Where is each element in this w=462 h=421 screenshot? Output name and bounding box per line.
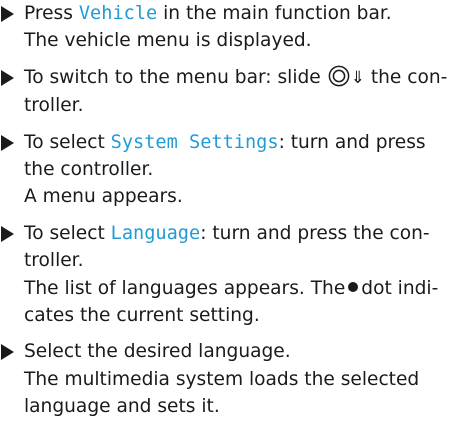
menu-label-vehicle: Vehicle xyxy=(78,3,158,24)
step-4-line-3-pre: The list of languages appears. The xyxy=(24,277,346,299)
step-4-line-3-post: dot indi- xyxy=(361,277,439,299)
step-4-line-3: The list of languages appears. The dot in… xyxy=(24,275,438,302)
step-4-line-2: troller. xyxy=(24,250,84,272)
step-3-line-2: the controller. xyxy=(24,159,154,181)
step-5: Select the desired language. The multime… xyxy=(0,338,456,420)
step-2-line-2: troller. xyxy=(24,95,84,117)
filled-dot-icon xyxy=(348,281,359,292)
step-3-post: : turn and press xyxy=(278,131,426,153)
menu-label-language: Language xyxy=(110,222,201,244)
triangle-right-icon xyxy=(1,225,14,242)
step-2: To switch to the menu bar: slide ⇓ the c… xyxy=(0,64,456,120)
step-4: To select Language: turn and press the c… xyxy=(0,220,456,330)
step-4-post: : turn and press the con- xyxy=(200,222,430,244)
step-5-line-2: The multimedia system loads the selected xyxy=(24,368,420,390)
step-3: To select System Settings: turn and pres… xyxy=(0,129,456,211)
step-2-pre: To switch to the menu bar: slide xyxy=(24,66,327,88)
step-1-line-1: Press Vehicle in the main function bar. xyxy=(24,0,392,27)
step-4-line-4: cates the current setting. xyxy=(24,305,260,327)
step-1-pre: Press xyxy=(24,3,79,24)
step-3-line-1: To select System Settings: turn and pres… xyxy=(24,129,426,156)
triangle-right-icon xyxy=(1,6,14,22)
menu-label-system-settings: System Settings xyxy=(110,131,279,153)
step-3-pre: To select xyxy=(24,131,111,153)
step-1-line-2: The vehicle menu is displayed. xyxy=(24,30,312,52)
step-2-post: the con- xyxy=(364,66,448,88)
step-4-pre: To select xyxy=(24,222,111,244)
step-1: Press Vehicle in the main function bar. … xyxy=(0,0,456,55)
step-2-line-1: To switch to the menu bar: slide ⇓ the c… xyxy=(24,64,447,92)
triangle-right-icon xyxy=(1,134,14,151)
step-4-line-1: To select Language: turn and press the c… xyxy=(24,220,438,247)
step-3-line-3: A menu appears. xyxy=(24,186,183,208)
step-5-line-1: Select the desired language. xyxy=(24,341,291,363)
instruction-list: Press Vehicle in the main function bar. … xyxy=(0,0,462,421)
triangle-right-icon xyxy=(1,69,14,86)
arrow-down-icon: ⇓ xyxy=(350,67,365,88)
step-5-line-3: language and sets it. xyxy=(24,396,220,418)
step-1-post: in the main function bar. xyxy=(157,3,392,24)
controller-slide-down-icon xyxy=(328,65,350,87)
triangle-right-icon xyxy=(1,344,14,361)
